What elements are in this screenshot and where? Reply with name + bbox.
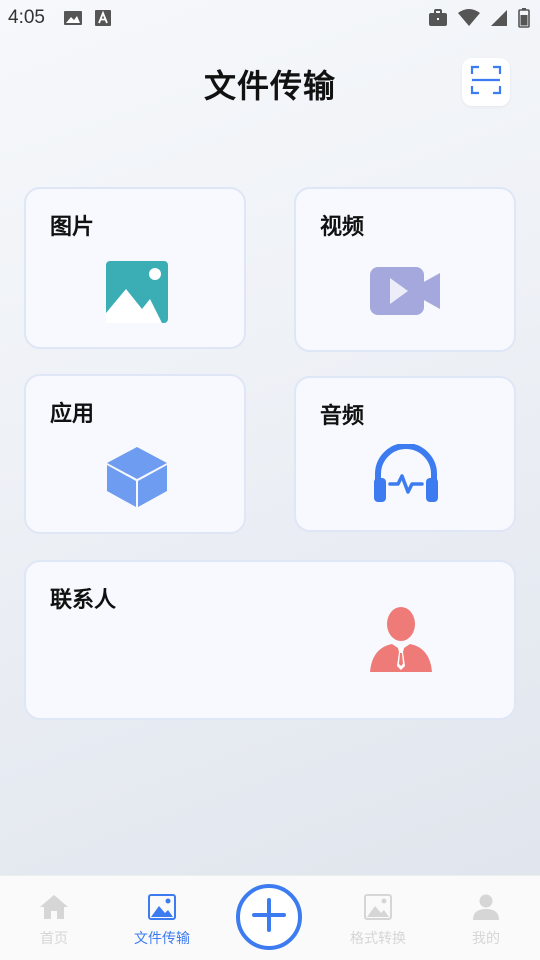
category-card-audio[interactable]: 音频: [294, 376, 516, 532]
picture-icon: [106, 261, 168, 323]
image-icon: [63, 10, 83, 26]
battery-icon: [518, 8, 530, 28]
image-icon: [148, 894, 176, 924]
wifi-icon: [458, 9, 480, 27]
page-title: 文件传输: [203, 67, 336, 105]
font-a-icon: [94, 10, 111, 26]
plus-icon: [251, 897, 287, 937]
card-label: 应用: [50, 402, 95, 427]
category-card-pictures[interactable]: 图片: [24, 187, 246, 349]
tab-home[interactable]: 首页: [4, 894, 104, 948]
scan-icon: [470, 64, 502, 100]
category-card-contacts[interactable]: 联系人: [24, 560, 516, 720]
add-button[interactable]: [236, 884, 302, 950]
image-icon: [364, 894, 392, 924]
card-label: 联系人: [50, 588, 117, 613]
tab-label: 文件传输: [134, 931, 190, 947]
person-icon: [370, 606, 432, 672]
bottom-tab-bar: 首页 文件传输 格式转换 我的: [0, 875, 540, 960]
tab-format-convert[interactable]: 格式转换: [328, 894, 428, 948]
headphones-icon: [372, 444, 440, 504]
tab-mine[interactable]: 我的: [436, 894, 536, 948]
tab-label: 我的: [472, 931, 500, 947]
card-label: 音频: [320, 404, 365, 429]
status-bar: 4:05: [0, 0, 540, 36]
status-time: 4:05: [8, 7, 45, 28]
home-icon: [39, 894, 69, 924]
header: 文件传输: [0, 52, 540, 116]
category-card-apps[interactable]: 应用: [24, 374, 246, 534]
tab-label: 首页: [40, 931, 68, 947]
cube-icon: [106, 446, 168, 508]
category-card-videos[interactable]: 视频: [294, 187, 516, 352]
video-camera-icon: [370, 265, 442, 317]
card-label: 图片: [50, 215, 95, 240]
user-icon: [472, 894, 500, 924]
briefcase-icon: [428, 9, 448, 27]
card-label: 视频: [320, 215, 365, 240]
tab-file-transfer[interactable]: 文件传输: [112, 894, 212, 948]
signal-icon: [490, 9, 508, 27]
scan-button[interactable]: [462, 58, 510, 106]
tab-label: 格式转换: [350, 931, 406, 947]
